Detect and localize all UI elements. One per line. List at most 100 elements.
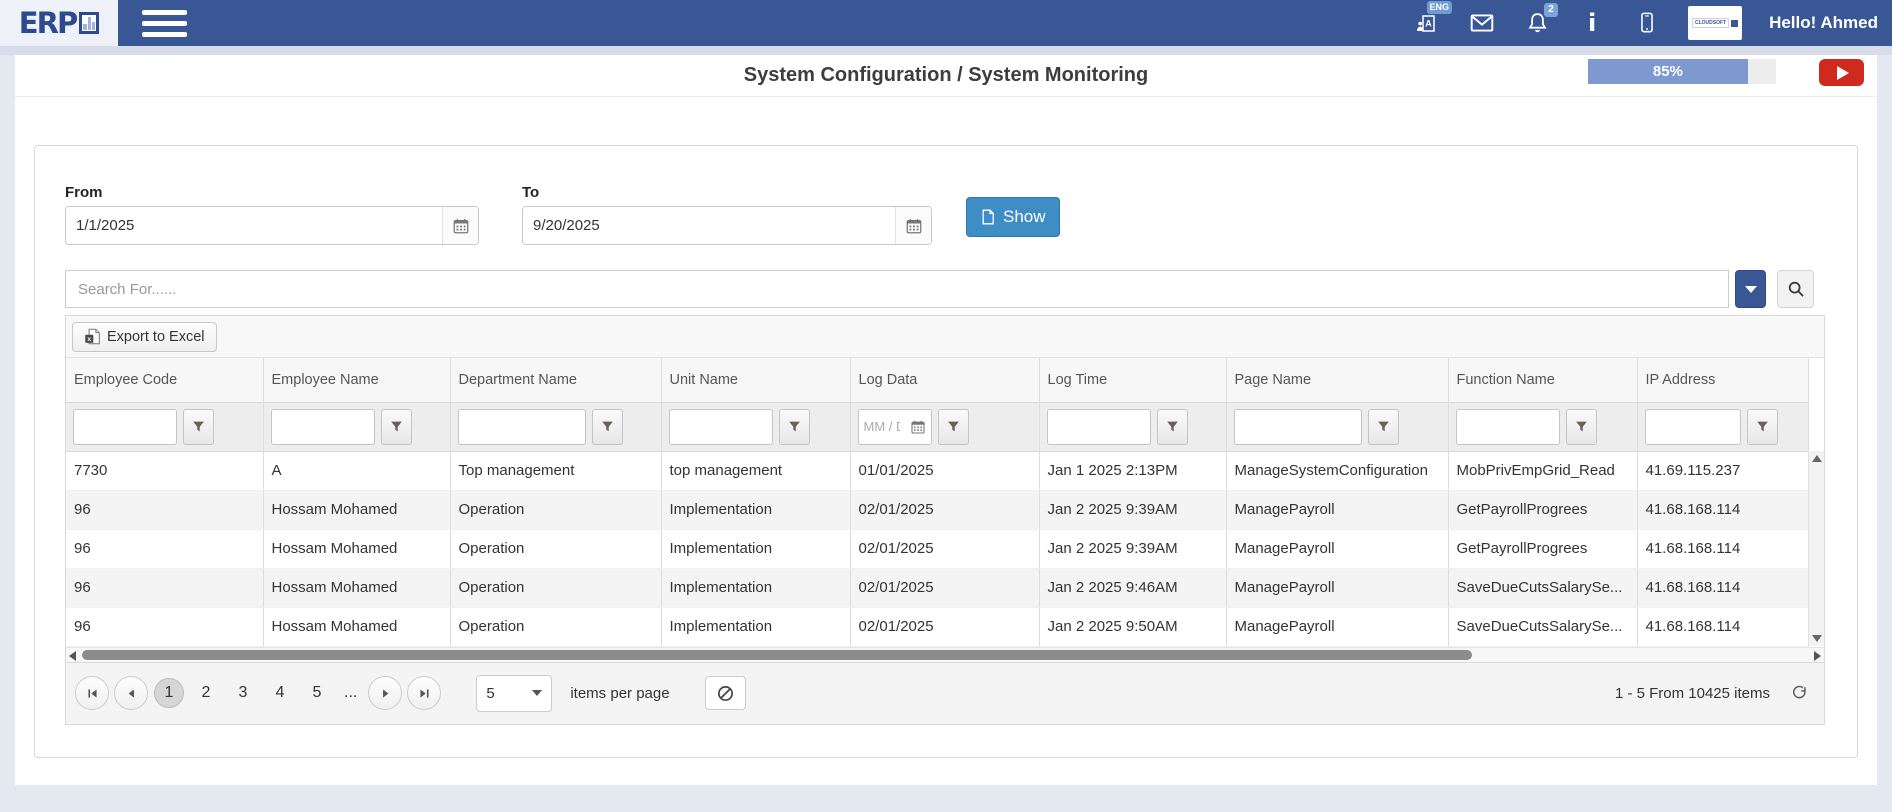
items-per-page-label: items per page xyxy=(570,685,669,702)
column-header-function-name[interactable]: Function Name xyxy=(1448,358,1637,402)
progress-bar-fill: 85% xyxy=(1588,59,1748,84)
language-badge: ENG xyxy=(1427,1,1453,14)
cell-log-time: Jan 1 2025 2:13PM xyxy=(1039,451,1226,490)
filter-input-log-data[interactable] xyxy=(859,419,905,434)
page-number-4[interactable]: 4 xyxy=(265,678,295,708)
funnel-icon xyxy=(788,420,801,433)
search-options-dropdown-button[interactable] xyxy=(1735,270,1766,308)
menu-toggle-button[interactable] xyxy=(142,10,187,37)
cell-log-data: 02/01/2025 xyxy=(850,607,1039,646)
column-header-employee-code[interactable]: Employee Code xyxy=(66,358,263,402)
mobile-app-button[interactable] xyxy=(1633,6,1661,40)
mail-button[interactable] xyxy=(1468,6,1496,40)
clear-filters-button[interactable] xyxy=(705,676,746,710)
filter-button-log-data[interactable] xyxy=(938,409,969,445)
cell-employee-code: 96 xyxy=(66,529,263,568)
scroll-down-arrow-icon[interactable] xyxy=(1812,635,1822,642)
company-logo-square xyxy=(1731,20,1738,27)
cell-function-name: GetPayrollProgrees xyxy=(1448,529,1637,568)
cell-log-data: 02/01/2025 xyxy=(850,568,1039,607)
svg-text:A: A xyxy=(1425,19,1432,29)
to-date-field xyxy=(522,206,932,245)
language-button[interactable]: A ENG xyxy=(1413,6,1441,40)
next-page-button[interactable] xyxy=(368,676,402,710)
horizontal-scrollbar[interactable] xyxy=(66,647,1824,662)
table-row[interactable]: 96 Hossam Mohamed Operation Implementati… xyxy=(66,568,1808,607)
cell-department-name: Operation xyxy=(450,568,661,607)
search-input[interactable] xyxy=(65,270,1729,308)
previous-page-button[interactable] xyxy=(114,676,148,710)
scroll-right-arrow-icon[interactable] xyxy=(1814,651,1821,661)
monitoring-panel: From To xyxy=(34,145,1858,758)
filter-input-log-time[interactable] xyxy=(1047,409,1151,445)
cell-unit-name: Implementation xyxy=(661,607,850,646)
calendar-icon xyxy=(452,217,470,235)
document-icon xyxy=(980,208,996,226)
column-header-unit-name[interactable]: Unit Name xyxy=(661,358,850,402)
filter-button-employee-code[interactable] xyxy=(183,409,214,445)
pager: 1 2 3 4 5 ... 5 items p xyxy=(66,662,1824,725)
page-number-1[interactable]: 1 xyxy=(154,678,184,708)
user-greeting[interactable]: Hello! Ahmed xyxy=(1769,13,1878,33)
cell-employee-name: Hossam Mohamed xyxy=(263,490,450,529)
table-row[interactable]: 96 Hossam Mohamed Operation Implementati… xyxy=(66,607,1808,646)
page-number-5[interactable]: 5 xyxy=(302,678,332,708)
funnel-icon xyxy=(1166,420,1179,433)
filter-button-function-name[interactable] xyxy=(1566,409,1597,445)
last-page-button[interactable] xyxy=(407,676,441,710)
company-logo-badge: CLOUDSOFT xyxy=(1688,6,1742,40)
scroll-up-arrow-icon[interactable] xyxy=(1812,455,1822,462)
filter-input-page-name[interactable] xyxy=(1234,409,1362,445)
to-date-input[interactable] xyxy=(523,207,895,244)
filter-input-employee-code[interactable] xyxy=(73,409,177,445)
table-row[interactable]: 96 Hossam Mohamed Operation Implementati… xyxy=(66,490,1808,529)
page-size-value: 5 xyxy=(486,685,494,702)
page-ellipsis[interactable]: ... xyxy=(344,684,357,702)
export-to-excel-button[interactable]: x Export to Excel xyxy=(72,322,217,352)
cell-ip-address: 41.68.168.114 xyxy=(1637,607,1808,646)
cell-function-name: SaveDueCutsSalarySe... xyxy=(1448,607,1637,646)
column-header-employee-name[interactable]: Employee Name xyxy=(263,358,450,402)
scroll-left-arrow-icon[interactable] xyxy=(69,651,76,661)
page-number-3[interactable]: 3 xyxy=(228,678,258,708)
column-header-log-time[interactable]: Log Time xyxy=(1039,358,1226,402)
funnel-icon xyxy=(1756,420,1769,433)
filter-button-page-name[interactable] xyxy=(1368,409,1399,445)
from-date-input[interactable] xyxy=(66,207,442,244)
info-button[interactable]: i xyxy=(1578,6,1606,40)
filter-button-department-name[interactable] xyxy=(592,409,623,445)
filter-button-log-time[interactable] xyxy=(1157,409,1188,445)
cell-log-time: Jan 2 2025 9:46AM xyxy=(1039,568,1226,607)
to-calendar-button[interactable] xyxy=(895,207,931,244)
from-calendar-button[interactable] xyxy=(442,207,478,244)
horizontal-scroll-thumb[interactable] xyxy=(82,650,1472,660)
filter-input-function-name[interactable] xyxy=(1456,409,1560,445)
filter-button-unit-name[interactable] xyxy=(779,409,810,445)
phone-icon xyxy=(1636,9,1658,37)
log-data-calendar-button[interactable] xyxy=(905,409,931,445)
record-button[interactable] xyxy=(1819,59,1864,86)
filter-button-ip-address[interactable] xyxy=(1747,409,1778,445)
notifications-button[interactable]: 2 xyxy=(1523,6,1551,40)
filter-input-ip-address[interactable] xyxy=(1645,409,1741,445)
filter-input-department-name[interactable] xyxy=(458,409,586,445)
cell-page-name: ManagePayroll xyxy=(1226,490,1448,529)
filter-button-employee-name[interactable] xyxy=(381,409,412,445)
column-header-ip-address[interactable]: IP Address xyxy=(1637,358,1808,402)
refresh-button[interactable] xyxy=(1791,684,1809,702)
column-header-department-name[interactable]: Department Name xyxy=(450,358,661,402)
first-page-button[interactable] xyxy=(75,676,109,710)
filter-input-employee-name[interactable] xyxy=(271,409,375,445)
cancel-icon xyxy=(716,684,735,703)
column-header-log-data[interactable]: Log Data xyxy=(850,358,1039,402)
table-row[interactable]: 96 Hossam Mohamed Operation Implementati… xyxy=(66,529,1808,568)
page-number-2[interactable]: 2 xyxy=(191,678,221,708)
erp-logo[interactable]: ERP xyxy=(0,0,118,46)
column-header-page-name[interactable]: Page Name xyxy=(1226,358,1448,402)
show-button[interactable]: Show xyxy=(966,197,1060,237)
page-size-select[interactable]: 5 xyxy=(476,675,552,712)
table-row[interactable]: 7730 A Top management top management 01/… xyxy=(66,451,1808,490)
vertical-scrollbar[interactable] xyxy=(1808,451,1824,646)
search-button[interactable] xyxy=(1777,270,1814,308)
filter-input-unit-name[interactable] xyxy=(669,409,773,445)
